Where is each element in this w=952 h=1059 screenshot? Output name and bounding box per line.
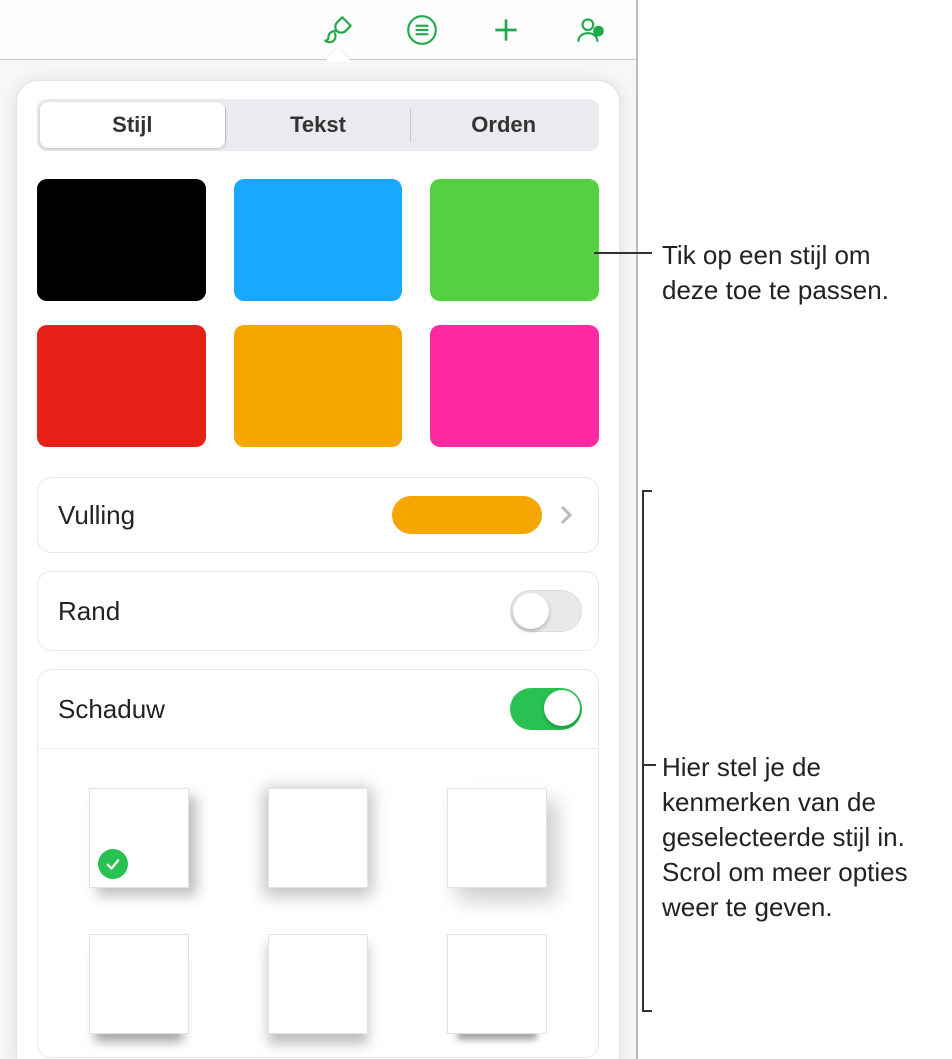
- shadow-section: Schaduw: [37, 669, 599, 1058]
- shadow-option-drop[interactable]: [56, 773, 221, 903]
- shadow-option-flat[interactable]: [415, 919, 580, 1049]
- shadow-option-centred[interactable]: [235, 773, 400, 903]
- tab-arrange[interactable]: Orden: [411, 102, 596, 148]
- shadow-option-curl[interactable]: [235, 919, 400, 1049]
- callout-top: Tik op een stijl om deze toe te passen.: [662, 238, 932, 308]
- style-swatch-orange[interactable]: [234, 325, 403, 447]
- border-toggle[interactable]: [510, 590, 582, 632]
- checkmark-icon: [98, 849, 128, 879]
- style-swatch-blue[interactable]: [234, 179, 403, 301]
- tab-style[interactable]: Stijl: [40, 102, 225, 148]
- collaborate-button[interactable]: [568, 8, 612, 52]
- border-label: Rand: [58, 596, 510, 627]
- shadow-row: Schaduw: [38, 670, 598, 749]
- format-popover: Stijl Tekst Orden Vulling: [16, 80, 620, 1059]
- fill-row[interactable]: Vulling: [38, 478, 598, 552]
- list-circle-button[interactable]: [400, 8, 444, 52]
- border-row-card: Rand: [37, 571, 599, 651]
- style-swatch-black[interactable]: [37, 179, 206, 301]
- fill-label: Vulling: [58, 500, 392, 531]
- shadow-options: [38, 749, 598, 1057]
- callout-bottom: Hier stel je de kenmerken van de geselec…: [662, 750, 942, 925]
- device-frame: Stijl Tekst Orden Vulling: [0, 0, 638, 1059]
- format-brush-button[interactable]: [316, 8, 360, 52]
- shadow-toggle[interactable]: [510, 688, 582, 730]
- segmented-control: Stijl Tekst Orden: [37, 99, 599, 151]
- tab-text[interactable]: Tekst: [226, 102, 411, 148]
- style-swatch-green[interactable]: [430, 179, 599, 301]
- border-row: Rand: [38, 572, 598, 650]
- style-swatches: [37, 179, 599, 447]
- fill-color-chip[interactable]: [392, 496, 542, 534]
- top-toolbar: [0, 0, 636, 60]
- shadow-option-soft[interactable]: [415, 773, 580, 903]
- style-swatch-red[interactable]: [37, 325, 206, 447]
- chevron-right-icon: [554, 503, 578, 527]
- insert-plus-button[interactable]: [484, 8, 528, 52]
- shadow-option-contact[interactable]: [56, 919, 221, 1049]
- fill-row-card: Vulling: [37, 477, 599, 553]
- style-swatch-pink[interactable]: [430, 325, 599, 447]
- shadow-label: Schaduw: [58, 694, 510, 725]
